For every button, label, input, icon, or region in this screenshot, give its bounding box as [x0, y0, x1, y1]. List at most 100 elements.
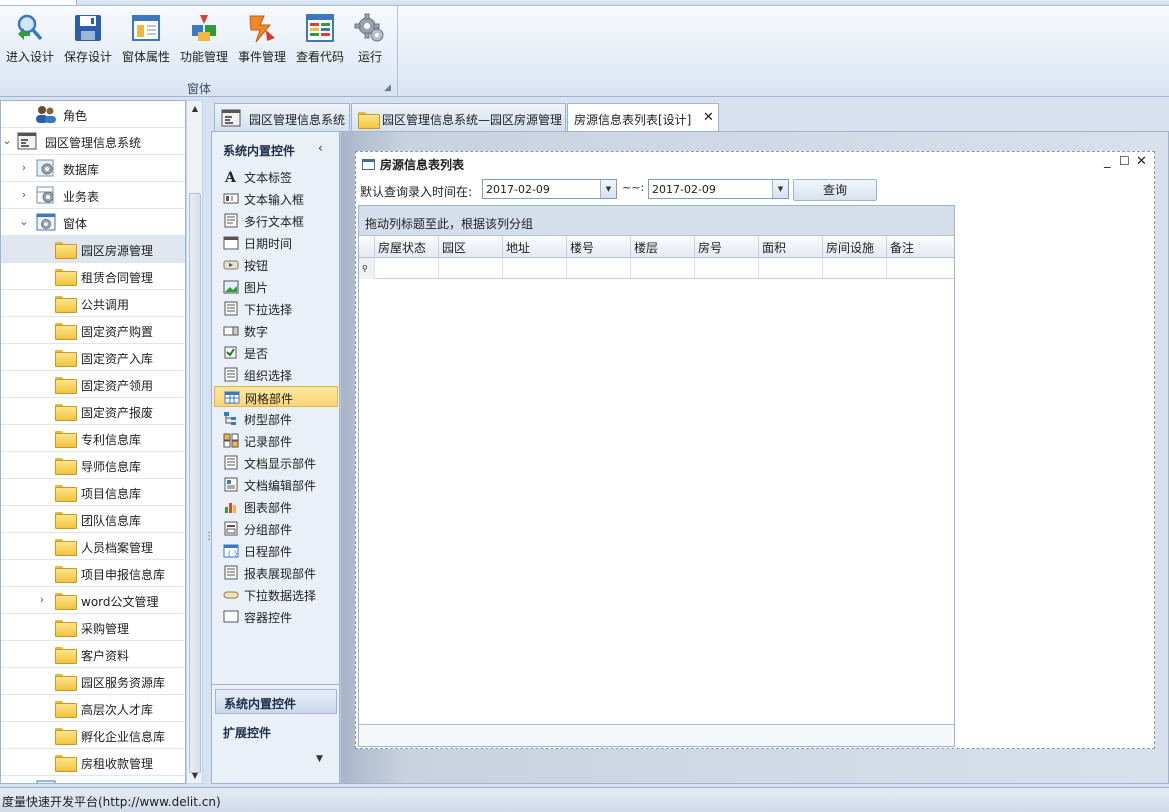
- tree-item[interactable]: 孵化企业信息库: [1, 722, 185, 749]
- designed-form[interactable]: 房源信息表列表 _ ☐ ✕ 默认查询录入时间在: 2017-02-09 ▼ ~~…: [355, 151, 1155, 749]
- column-header[interactable]: 楼号: [567, 236, 631, 258]
- table-row[interactable]: ⚲: [359, 258, 954, 279]
- query-button[interactable]: 查询: [793, 179, 877, 201]
- table-cell[interactable]: [503, 258, 567, 279]
- tree-item[interactable]: 房租收款管理: [1, 749, 185, 776]
- event-management-button[interactable]: 事件管理: [236, 12, 288, 72]
- collapse-left-icon[interactable]: ‹: [318, 141, 323, 155]
- tree-item[interactable]: 固定资产领用: [1, 371, 185, 398]
- tab-park-housing[interactable]: 园区管理信息系统—园区房源管理: [351, 103, 566, 132]
- form-properties-button[interactable]: 窗体属性: [120, 12, 172, 72]
- scrollbar-thumb[interactable]: [189, 193, 201, 773]
- tool-record[interactable]: 记录部件: [214, 430, 338, 451]
- table-cell[interactable]: [375, 258, 439, 279]
- save-design-button[interactable]: 保存设计: [62, 12, 114, 72]
- tree-item[interactable]: 高层次人才库: [1, 695, 185, 722]
- tool-button[interactable]: 按钮: [214, 254, 338, 275]
- tree-item[interactable]: 固定资产购置: [1, 317, 185, 344]
- tool-org-select[interactable]: 组织选择: [214, 364, 338, 385]
- tool-tree[interactable]: 树型部件: [214, 408, 338, 429]
- tree-item-database[interactable]: › 数据库: [1, 155, 185, 182]
- tool-datetime[interactable]: 日期时间: [214, 232, 338, 253]
- column-header[interactable]: 房间设施: [823, 236, 887, 258]
- function-management-button[interactable]: 功能管理: [178, 12, 230, 72]
- date-from-field[interactable]: 2017-02-09 ▼: [482, 179, 617, 199]
- column-header[interactable]: 地址: [503, 236, 567, 258]
- tree-scrollbar[interactable]: ▲ ▼: [186, 100, 203, 784]
- column-header[interactable]: 楼层: [631, 236, 695, 258]
- tool-doc-edit[interactable]: 文档编辑部件: [214, 474, 338, 495]
- tool-checkbox[interactable]: 是否: [214, 342, 338, 363]
- tree-item[interactable]: 固定资产入库: [1, 344, 185, 371]
- dropdown-arrow-icon[interactable]: ▼: [600, 180, 616, 198]
- tree-item-park-system[interactable]: ⌄ 园区管理信息系统: [1, 128, 185, 155]
- chevron-right-icon[interactable]: ›: [36, 593, 48, 607]
- table-cell[interactable]: [759, 258, 823, 279]
- tool-image[interactable]: 图片: [214, 276, 338, 297]
- column-header[interactable]: 园区: [439, 236, 503, 258]
- data-grid[interactable]: 拖动列标题至此，根据该列分组 房屋状态 园区 地址 楼号 楼层 房号 面积 房间…: [358, 205, 955, 747]
- column-header[interactable]: 面积: [759, 236, 823, 258]
- tool-multiline-text[interactable]: 多行文本框: [214, 210, 338, 231]
- panel-splitter[interactable]: ⋮: [203, 100, 214, 784]
- tree-item[interactable]: 团队信息库: [1, 506, 185, 533]
- tree-item-role[interactable]: 角色: [1, 101, 185, 128]
- tree-item[interactable]: 采购管理: [1, 614, 185, 641]
- tool-dropdown[interactable]: 下拉选择: [214, 298, 338, 319]
- tree-item-menu[interactable]: 菜单: [1, 776, 185, 783]
- tool-text-label[interactable]: A 文本标签: [214, 166, 338, 187]
- table-cell[interactable]: [887, 258, 954, 279]
- dropdown-arrow-icon[interactable]: ▼: [772, 180, 788, 198]
- chevron-down-icon[interactable]: ⌄: [18, 215, 30, 229]
- tool-container[interactable]: 容器控件: [214, 606, 338, 627]
- tree-item[interactable]: 专利信息库: [1, 425, 185, 452]
- close-icon[interactable]: ✕: [1136, 154, 1147, 169]
- date-to-field[interactable]: 2017-02-09 ▼: [648, 179, 789, 199]
- column-header[interactable]: 房屋状态: [375, 236, 439, 258]
- tool-group[interactable]: 分组部件: [214, 518, 338, 539]
- chevron-down-icon[interactable]: ⌄: [1, 134, 13, 148]
- tool-chart[interactable]: 图表部件: [214, 496, 338, 517]
- tree-item[interactable]: 园区服务资源库: [1, 668, 185, 695]
- builtin-controls-button[interactable]: 系统内置控件: [215, 689, 337, 714]
- group-by-panel[interactable]: 拖动列标题至此，根据该列分组: [359, 206, 954, 236]
- scroll-down-icon[interactable]: ▼: [188, 769, 202, 783]
- tool-dropdown-data[interactable]: 下拉数据选择: [214, 584, 338, 605]
- tree-item[interactable]: 项目信息库: [1, 479, 185, 506]
- enter-design-button[interactable]: 进入设计: [4, 12, 56, 72]
- tree-item-business-table[interactable]: › 业务表: [1, 182, 185, 209]
- tree-item[interactable]: 固定资产报废: [1, 398, 185, 425]
- tree-item-park-housing[interactable]: 园区房源管理: [1, 236, 185, 263]
- close-icon[interactable]: ✕: [703, 110, 714, 125]
- tree-item[interactable]: 租赁合同管理: [1, 263, 185, 290]
- chevron-right-icon[interactable]: ›: [18, 188, 30, 202]
- table-cell[interactable]: [695, 258, 759, 279]
- table-cell[interactable]: [631, 258, 695, 279]
- table-cell[interactable]: [439, 258, 503, 279]
- table-cell[interactable]: [567, 258, 631, 279]
- view-code-button[interactable]: 查看代码: [294, 12, 346, 72]
- chevron-right-icon[interactable]: ›: [18, 161, 30, 175]
- tool-grid[interactable]: 网格部件: [214, 386, 338, 407]
- table-cell[interactable]: [823, 258, 887, 279]
- tab-housing-list-design[interactable]: 房源信息表列表[设计] ✕: [567, 103, 719, 133]
- tool-schedule[interactable]: { } 日程部件: [214, 540, 338, 561]
- dialog-launcher-icon[interactable]: ◢: [384, 83, 394, 93]
- extension-controls-button[interactable]: 扩展控件: [215, 720, 337, 745]
- minimize-icon[interactable]: _: [1104, 154, 1111, 169]
- tree-item[interactable]: 项目申报信息库: [1, 560, 185, 587]
- tree-item[interactable]: 客户资料: [1, 641, 185, 668]
- scroll-up-icon[interactable]: ▲: [188, 102, 202, 116]
- tool-text-input[interactable]: 文本输入框: [214, 188, 338, 209]
- column-header[interactable]: 备注: [887, 236, 954, 258]
- tree-item-word-docs[interactable]: › word公文管理: [1, 587, 185, 614]
- maximize-icon[interactable]: ☐: [1119, 154, 1130, 168]
- tree-item[interactable]: 公共调用: [1, 290, 185, 317]
- tool-number[interactable]: 数字: [214, 320, 338, 341]
- tree-item[interactable]: 人员档案管理: [1, 533, 185, 560]
- column-header[interactable]: 房号: [695, 236, 759, 258]
- tool-doc-display[interactable]: 文档显示部件: [214, 452, 338, 473]
- chevron-down-icon[interactable]: ▼: [316, 754, 323, 764]
- tree-item[interactable]: 导师信息库: [1, 452, 185, 479]
- tab-park-system[interactable]: 园区管理信息系统: [214, 103, 350, 132]
